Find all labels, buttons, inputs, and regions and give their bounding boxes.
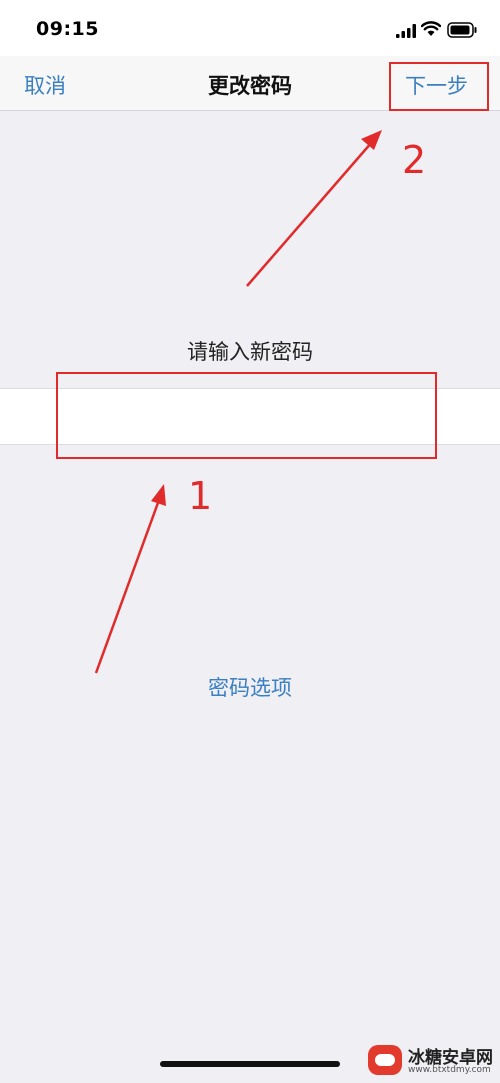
watermark: 冰糖安卓网 www.btxtdmy.com xyxy=(368,1043,496,1079)
status-time: 09:15 xyxy=(36,18,99,40)
status-bar: 09:15 xyxy=(0,0,500,56)
step-number-next: 2 xyxy=(402,138,427,182)
password-options-link[interactable]: 密码选项 xyxy=(0,672,500,702)
watermark-url: www.btxtdmy.com xyxy=(408,1065,491,1075)
signal-icon xyxy=(396,24,416,38)
new-password-prompt: 请输入新密码 xyxy=(187,340,313,364)
watermark-logo-icon xyxy=(368,1045,402,1075)
home-indicator[interactable] xyxy=(160,1061,340,1067)
arrow-to-password-field xyxy=(94,484,166,674)
arrow-to-next-button xyxy=(246,130,382,287)
battery-icon xyxy=(447,22,477,38)
next-button-highlight xyxy=(389,62,489,111)
gamepad-icon xyxy=(375,1054,395,1066)
step-number-field: 1 xyxy=(188,474,213,518)
password-field-highlight xyxy=(56,372,437,459)
wifi-icon xyxy=(421,21,441,36)
